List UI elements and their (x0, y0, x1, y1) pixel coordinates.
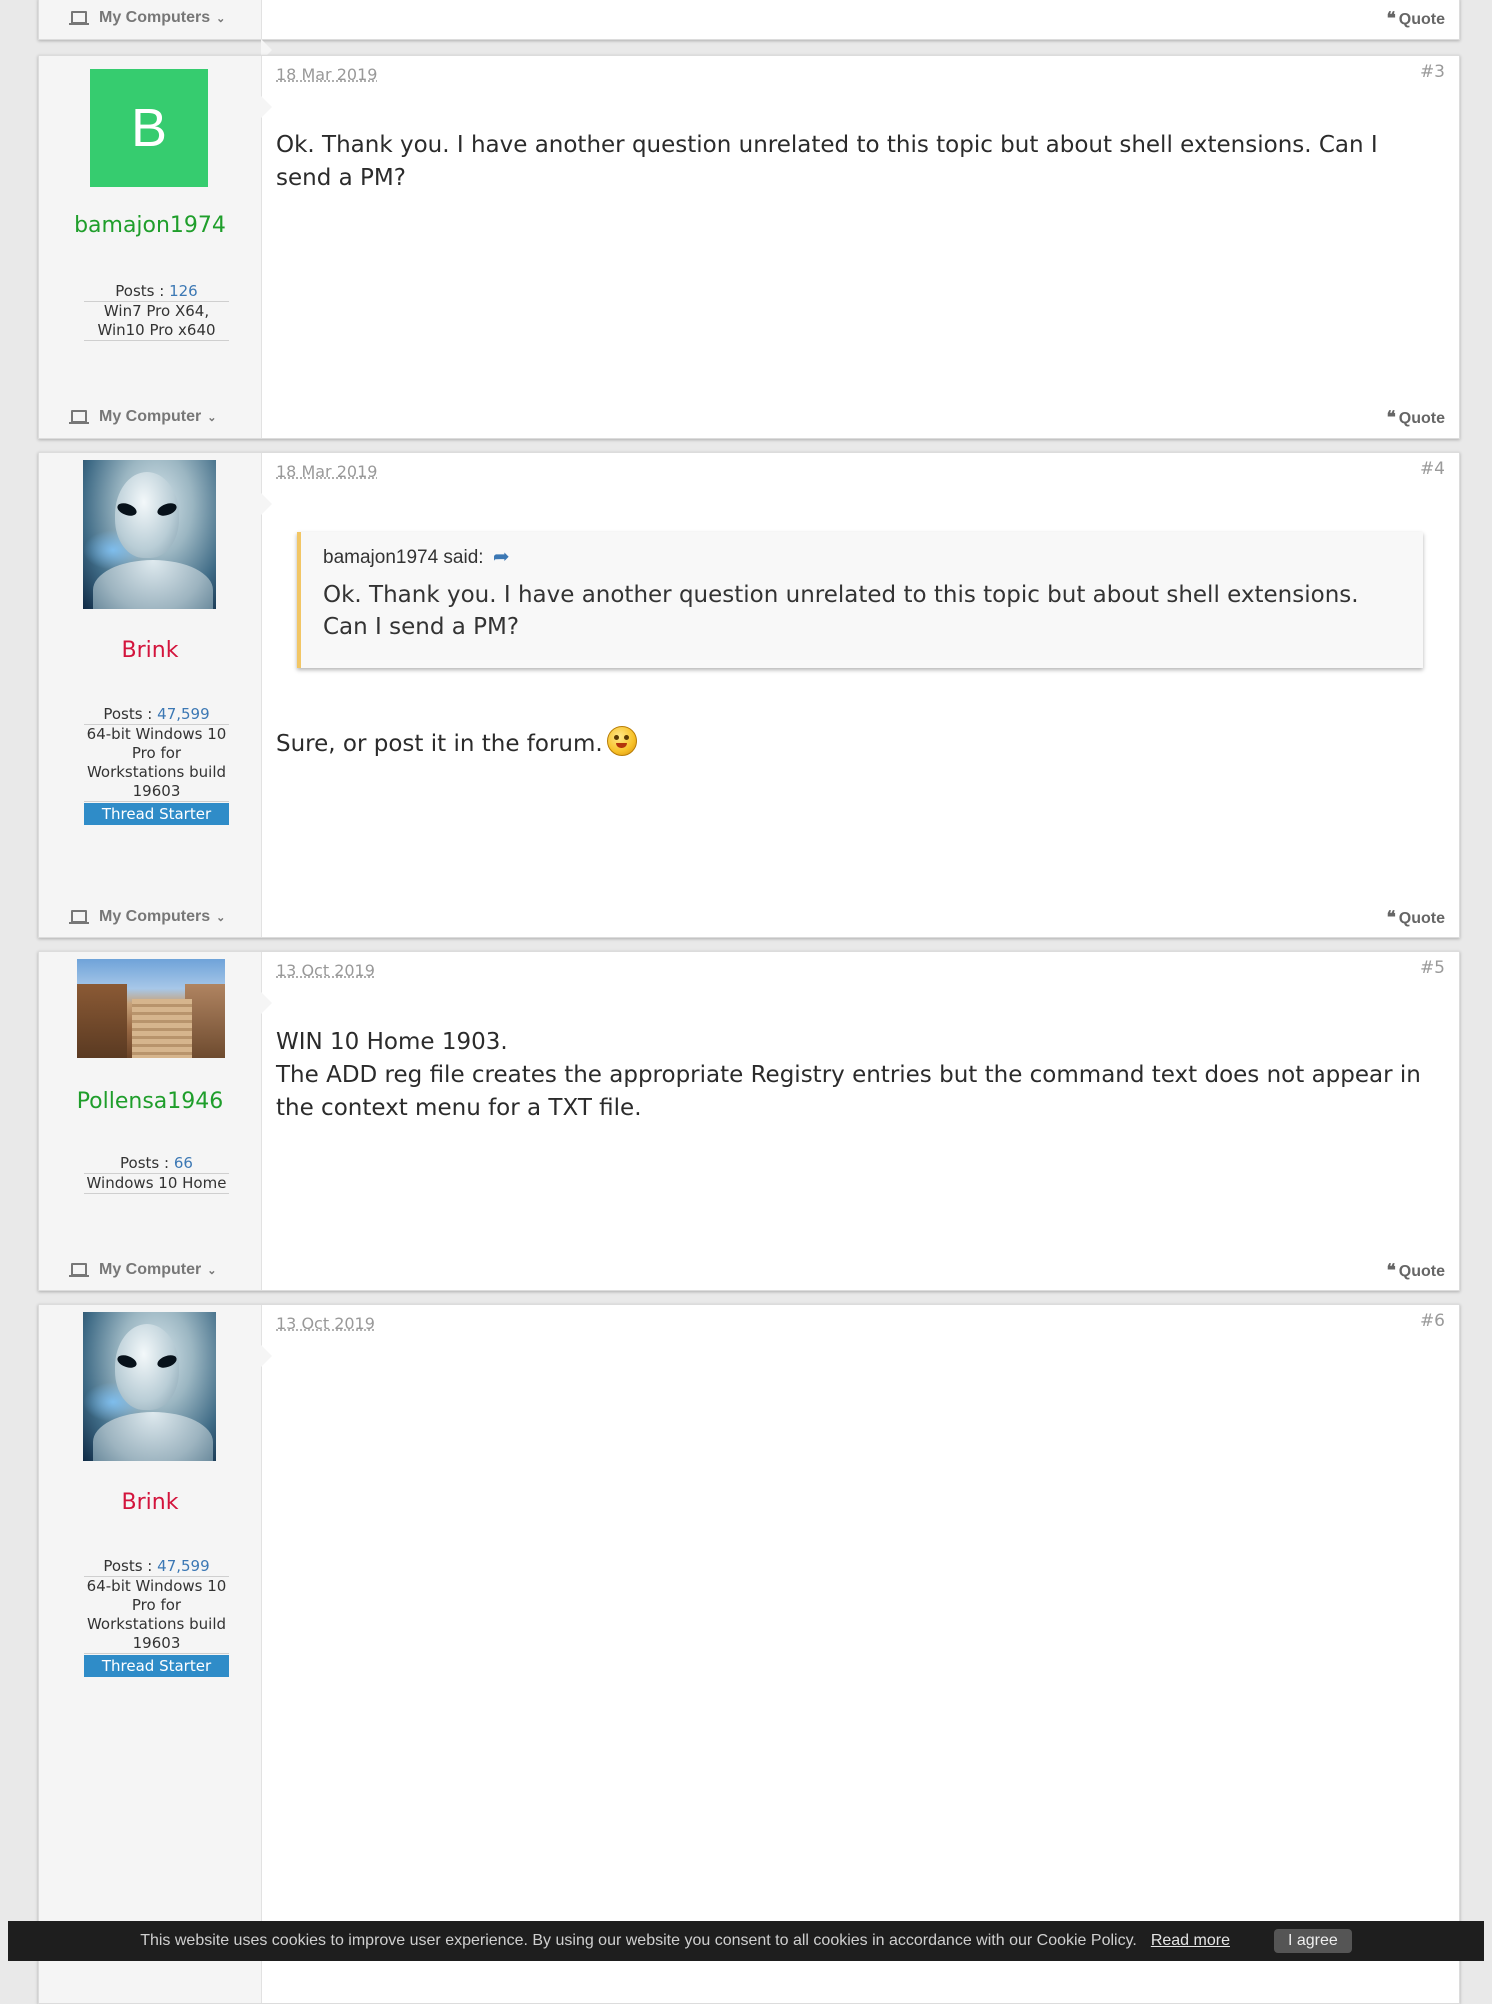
post-body-text: Sure, or post it in the forum. (276, 731, 603, 757)
chevron-down-icon: ⌄ (216, 911, 226, 924)
post-number[interactable]: #6 (1420, 1311, 1445, 1331)
post-user-column: Brink Posts : 47,599 64-bit Windows 10 P… (39, 1305, 272, 2003)
avatar-photo-steps (132, 999, 192, 1058)
post-user-column: Pollensa1946 Posts : 66 Windows 10 Home … (39, 952, 272, 1290)
post-date[interactable]: 18 Mar 2019 (276, 462, 377, 481)
thread-starter-badge: Thread Starter (84, 1655, 229, 1677)
chevron-down-icon: ⌄ (207, 411, 217, 424)
avatar-body (93, 1412, 213, 1461)
quote-label: Quote (1398, 1263, 1445, 1280)
posts-line: Posts : 126 (84, 282, 229, 302)
my-computer-toggle[interactable]: My Computer ⌄ (69, 1261, 216, 1279)
quote-icon: ❝ (1386, 9, 1396, 29)
chevron-down-icon: ⌄ (207, 1264, 217, 1277)
quote-text: Ok. Thank you. I have another question u… (323, 582, 1359, 640)
post-number[interactable]: #5 (1420, 958, 1445, 978)
avatar-head (115, 472, 179, 558)
my-computer-toggle[interactable]: My Computer ⌄ (69, 408, 216, 426)
my-computers-toggle[interactable]: My Computers ⌄ (69, 9, 225, 27)
cookie-consent-bar: This website uses cookies to improve use… (8, 1921, 1484, 1961)
quote-label: Quote (1398, 910, 1445, 927)
page: My Computers ⌄ ❝ Quote B bamajon1974 Post… (8, 0, 1484, 2004)
post-body: Sure, or post it in the forum. (276, 726, 1431, 761)
quote-attribution: bamajon1974 said: ➦ (301, 532, 1423, 569)
username[interactable]: Pollensa1946 (39, 1089, 261, 1114)
username[interactable]: bamajon1974 (39, 213, 261, 238)
posts-label: Posts : (103, 1557, 153, 1575)
quote-block: bamajon1974 said: ➦ Ok. Thank you. I hav… (297, 532, 1423, 668)
my-computers-label: My Computers (99, 9, 211, 26)
post-body: Ok. Thank you. I have another question u… (276, 132, 1378, 191)
quote-icon: ❝ (1386, 408, 1396, 428)
system-specs: Win7 Pro X64, Win10 Pro x640 (84, 302, 229, 341)
thread-starter-badge: Thread Starter (84, 803, 229, 825)
posts-label: Posts : (115, 282, 165, 300)
avatar[interactable] (83, 1312, 216, 1461)
posts-line: Posts : 47,599 (84, 705, 229, 725)
my-computers-toggle[interactable]: My Computers ⌄ (69, 908, 225, 926)
quote-icon: ❝ (1386, 1261, 1396, 1281)
avatar-photo-wall (77, 984, 127, 1058)
posts-count[interactable]: 126 (169, 282, 198, 300)
system-specs: 64-bit Windows 10 Pro for Workstations b… (84, 1577, 229, 1654)
post-date[interactable]: 13 Oct 2019 (276, 1314, 375, 1333)
post-3: B bamajon1974 Posts : 126 Win7 Pro X64, … (38, 55, 1460, 439)
post-user-column: B bamajon1974 Posts : 126 Win7 Pro X64, … (39, 56, 272, 438)
avatar-letter: B (130, 98, 168, 158)
my-computers-label: My Computers (99, 908, 211, 925)
my-computer-label: My Computer (99, 1261, 202, 1278)
quote-icon: ❝ (1386, 908, 1396, 928)
avatar[interactable]: B (90, 69, 208, 187)
system-specs: 64-bit Windows 10 Pro for Workstations b… (84, 725, 229, 802)
username[interactable]: Brink (39, 638, 261, 663)
post-body: WIN 10 Home 1903. The ADD reg file creat… (276, 1026, 1431, 1125)
post-6: Brink Posts : 47,599 64-bit Windows 10 P… (38, 1304, 1460, 2004)
posts-line: Posts : 47,599 (84, 1557, 229, 1577)
user-info: Posts : 47,599 64-bit Windows 10 Pro for… (84, 705, 229, 825)
post-footer-previous: My Computers ⌄ ❝ Quote (38, 0, 1460, 61)
posts-count[interactable]: 47,599 (157, 705, 210, 723)
post-5: Pollensa1946 Posts : 66 Windows 10 Home … (38, 951, 1460, 1291)
user-info: Posts : 47,599 64-bit Windows 10 Pro for… (84, 1557, 229, 1677)
quote-label: Quote (1398, 410, 1445, 427)
posts-label: Posts : (120, 1154, 170, 1172)
post-date[interactable]: 18 Mar 2019 (276, 65, 377, 84)
my-computer-label: My Computer (99, 408, 202, 425)
avatar[interactable] (77, 959, 225, 1058)
post-body-line: WIN 10 Home 1903. (276, 1029, 508, 1055)
posts-count[interactable]: 66 (174, 1154, 193, 1172)
quote-button[interactable]: ❝ Quote (1387, 1261, 1445, 1281)
smiley-icon (606, 726, 637, 756)
cookie-text: This website uses cookies to improve use… (140, 1932, 1137, 1949)
laptop-icon (69, 910, 89, 924)
quote-button[interactable]: ❝ Quote (1387, 9, 1445, 29)
quote-button[interactable]: ❝ Quote (1387, 908, 1445, 928)
quote-label: Quote (1398, 11, 1445, 28)
avatar-body (93, 560, 213, 609)
chevron-down-icon: ⌄ (216, 12, 226, 25)
jump-to-post-arrow-icon[interactable]: ➦ (493, 546, 510, 568)
read-more-link[interactable]: Read more (1151, 1932, 1230, 1950)
post-4: Brink Posts : 47,599 64-bit Windows 10 P… (38, 452, 1460, 938)
posts-count[interactable]: 47,599 (157, 1557, 210, 1575)
post-user-column: Brink Posts : 47,599 64-bit Windows 10 P… (39, 453, 272, 937)
avatar-head (115, 1324, 179, 1410)
post-number[interactable]: #4 (1420, 459, 1445, 479)
username[interactable]: Brink (39, 1490, 261, 1515)
user-info: Posts : 126 Win7 Pro X64, Win10 Pro x640 (84, 282, 229, 341)
agree-button[interactable]: I agree (1273, 1929, 1352, 1953)
posts-label: Posts : (103, 705, 153, 723)
avatar[interactable] (83, 460, 216, 609)
laptop-icon (69, 11, 89, 25)
user-info: Posts : 66 Windows 10 Home (84, 1154, 229, 1194)
system-specs: Windows 10 Home (84, 1174, 229, 1194)
post-date[interactable]: 13 Oct 2019 (276, 961, 375, 980)
laptop-icon (69, 1263, 89, 1277)
posts-line: Posts : 66 (84, 1154, 229, 1174)
post-number[interactable]: #3 (1420, 62, 1445, 82)
quote-author[interactable]: bamajon1974 said: (323, 547, 484, 568)
laptop-icon (69, 410, 89, 424)
quote-button[interactable]: ❝ Quote (1387, 408, 1445, 428)
post-body-line: The ADD reg file creates the appropriate… (276, 1062, 1421, 1121)
